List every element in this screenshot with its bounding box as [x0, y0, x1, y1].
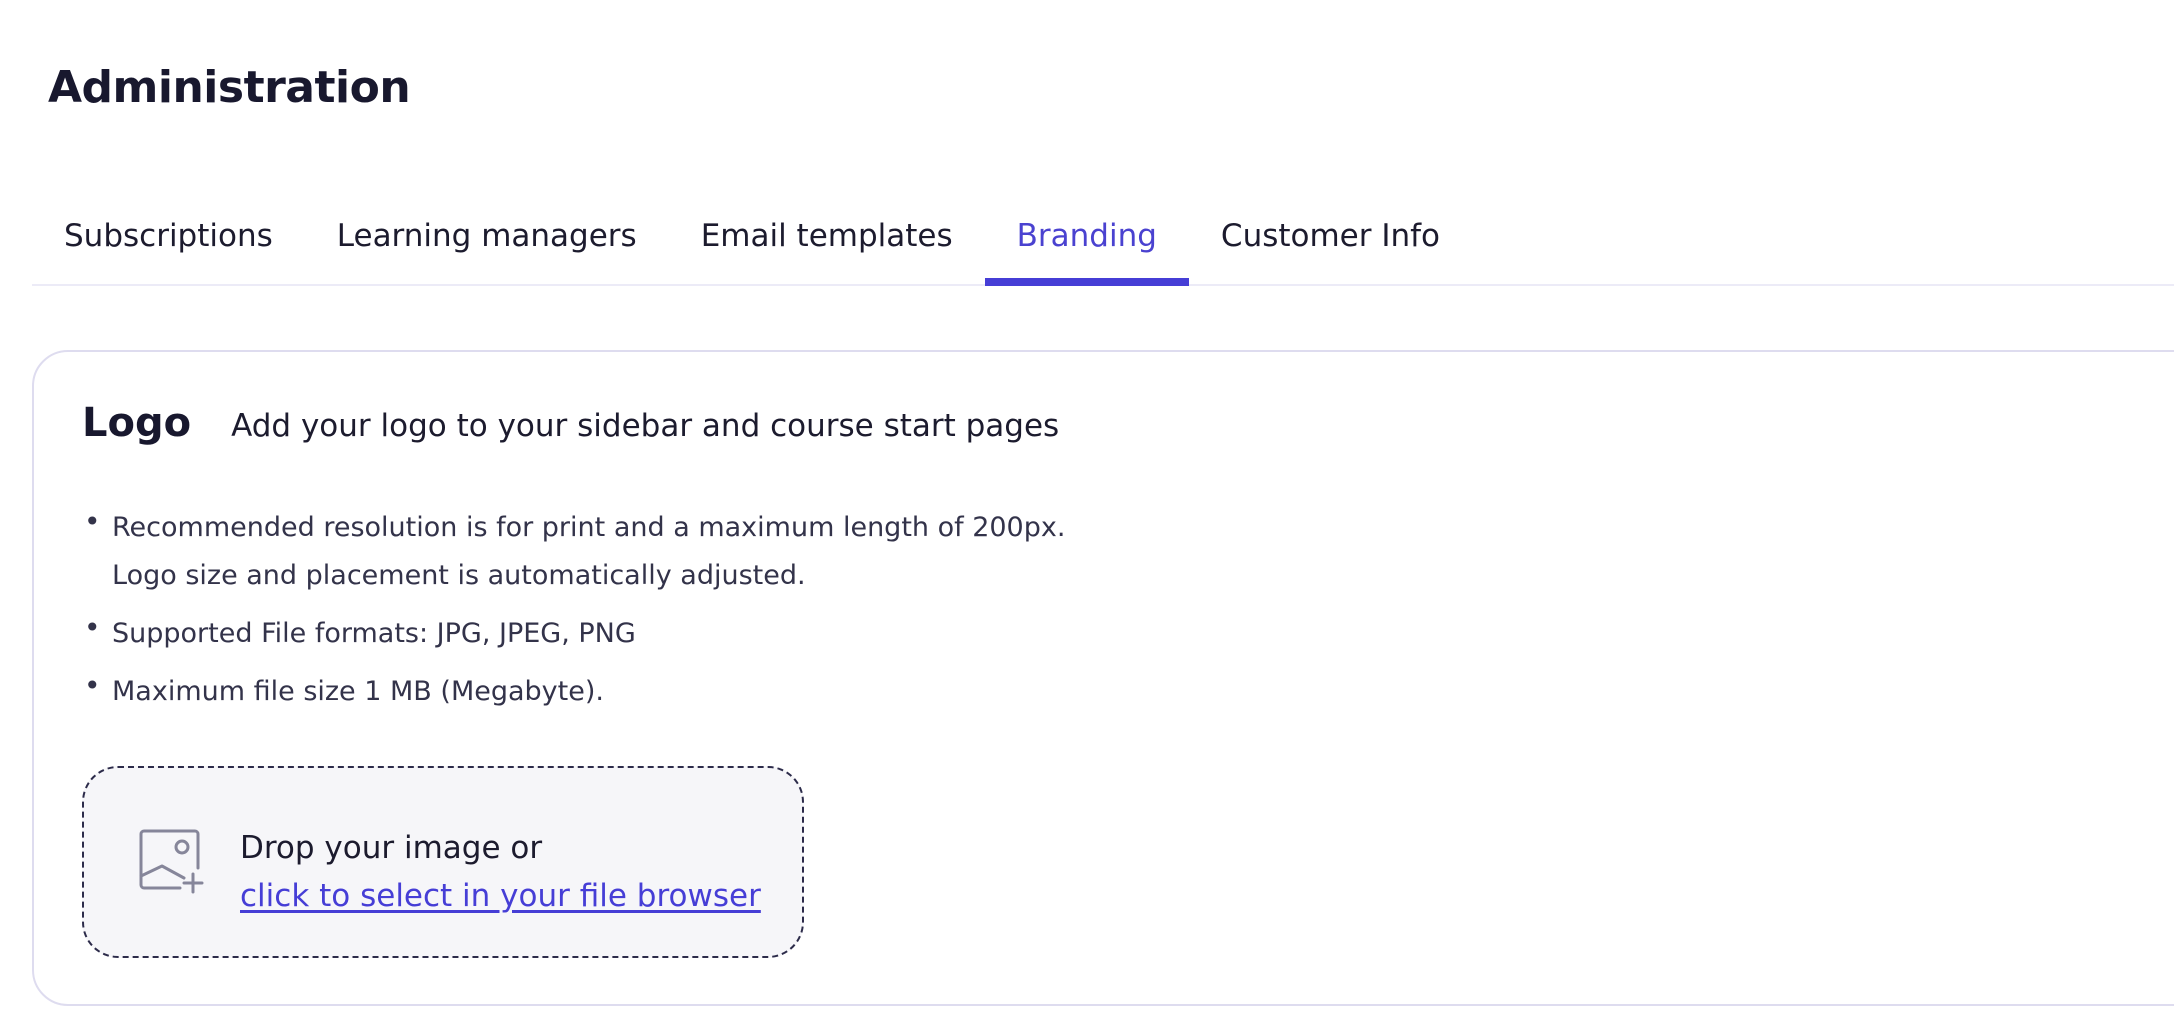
requirement-resolution-line1: Recommended resolution is for print and … — [112, 512, 1066, 543]
requirement-formats: • Supported File formats: JPG, JPEG, PNG — [82, 610, 1065, 658]
image-add-icon — [138, 828, 204, 894]
bullet-icon: • — [84, 505, 101, 538]
requirement-formats-text: Supported File formats: JPG, JPEG, PNG — [112, 618, 636, 649]
tab-subscriptions[interactable]: Subscriptions — [32, 206, 305, 284]
file-browser-link[interactable]: click to select in your file browser — [240, 878, 761, 914]
dropzone-prompt: Drop your image or — [240, 830, 543, 866]
tab-branding[interactable]: Branding — [984, 206, 1190, 286]
requirement-size-text: Maximum file size 1 MB (Megabyte). — [112, 676, 604, 707]
logo-subtitle: Add your logo to your sidebar and course… — [231, 408, 1060, 444]
requirement-size: • Maximum file size 1 MB (Megabyte). — [82, 668, 1065, 716]
tab-email-templates[interactable]: Email templates — [669, 206, 985, 284]
logo-card: Logo Add your logo to your sidebar and c… — [32, 350, 2174, 1006]
logo-title: Logo — [82, 400, 192, 446]
bullet-icon: • — [84, 611, 101, 644]
tab-customer-info[interactable]: Customer Info — [1189, 206, 1472, 284]
logo-requirements-list: • Recommended resolution is for print an… — [82, 504, 1065, 726]
bullet-icon: • — [84, 669, 101, 702]
admin-tabs: Subscriptions Learning managers Email te… — [32, 206, 2174, 286]
administration-page: Administration Subscriptions Learning ma… — [0, 0, 2174, 1036]
logo-card-heading: Logo Add your logo to your sidebar and c… — [82, 400, 1059, 446]
tab-learning-managers[interactable]: Learning managers — [305, 206, 669, 284]
logo-dropzone[interactable]: Drop your image or click to select in yo… — [82, 766, 804, 958]
requirement-resolution: • Recommended resolution is for print an… — [82, 504, 1065, 600]
requirement-resolution-line2: Logo size and placement is automatically… — [112, 560, 806, 591]
page-title: Administration — [48, 62, 411, 113]
dropzone-text: Drop your image or click to select in yo… — [240, 824, 761, 920]
